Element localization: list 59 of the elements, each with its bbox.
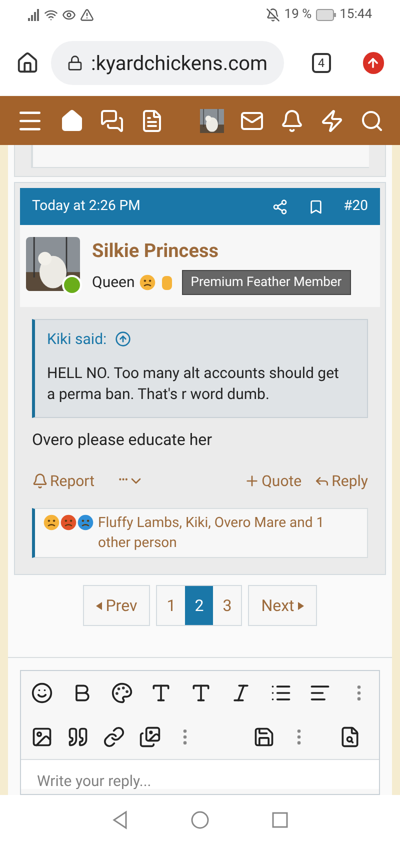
weary-face-icon xyxy=(138,274,156,291)
link-icon[interactable] xyxy=(103,726,125,748)
bell-off-icon xyxy=(266,8,280,22)
reaction-users[interactable]: Fluffy Lambs, Kiki, Overo Mare and 1 other person xyxy=(98,513,359,553)
post-message: Overo please educate her xyxy=(32,428,214,450)
home-circle-icon[interactable] xyxy=(190,810,210,830)
member-badge: Premium Feather Member xyxy=(182,270,351,295)
jump-up-icon[interactable] xyxy=(114,331,131,348)
page-link[interactable]: 3 xyxy=(213,586,242,625)
chat-icon[interactable] xyxy=(100,108,124,132)
bell-icon xyxy=(32,472,48,489)
home-icon[interactable] xyxy=(16,51,40,75)
tab-count[interactable]: 4 xyxy=(312,53,331,73)
signal-icon xyxy=(28,9,40,21)
search-icon[interactable] xyxy=(360,108,384,132)
warning-icon xyxy=(80,8,94,22)
quote-text: HELL NO. Too many alt accounts should get a perma ban. That's r word dumb. xyxy=(47,362,340,404)
plus-icon xyxy=(244,472,260,489)
url-field[interactable]: :kyardchickens.com xyxy=(51,41,284,85)
report-link[interactable]: Report xyxy=(32,470,95,492)
text-size-icon[interactable] xyxy=(150,682,172,704)
battery-icon xyxy=(316,9,336,21)
font-icon[interactable] xyxy=(190,682,212,704)
right-caret-icon xyxy=(298,602,304,610)
post-time: Today at 2:26 PM xyxy=(32,197,142,216)
user-title: Queen xyxy=(92,272,135,293)
prev-button[interactable]: Prev xyxy=(82,585,150,626)
more-menu[interactable]: ••• xyxy=(118,472,144,489)
page-link[interactable]: 2 xyxy=(185,586,214,625)
bell-icon[interactable] xyxy=(280,108,304,132)
post-number[interactable]: #20 xyxy=(344,196,368,217)
reply-link[interactable]: Reply xyxy=(314,470,368,492)
bookmark-icon[interactable] xyxy=(308,198,324,214)
next-button[interactable]: Next xyxy=(248,585,318,626)
battery-percent: 19 % xyxy=(284,6,312,24)
lock-icon xyxy=(67,55,84,71)
media-icon[interactable] xyxy=(139,726,161,748)
share-icon[interactable] xyxy=(272,198,288,214)
page-link[interactable]: 1 xyxy=(157,586,186,625)
emoji-icon[interactable] xyxy=(31,682,53,704)
clock-time: 15:44 xyxy=(340,6,372,24)
wifi-icon xyxy=(44,8,58,22)
angry-face-icon xyxy=(60,514,77,531)
update-icon[interactable] xyxy=(362,52,384,74)
author-name[interactable]: Silkie Princess xyxy=(92,237,351,266)
image-icon[interactable] xyxy=(31,726,53,748)
reply-input[interactable]: Write your reply... xyxy=(21,759,379,789)
quote-author[interactable]: Kiki said: xyxy=(47,328,107,350)
quote-icon[interactable] xyxy=(67,726,89,748)
palette-icon[interactable] xyxy=(110,682,132,704)
left-caret-icon xyxy=(96,602,102,610)
preview-icon[interactable] xyxy=(339,726,361,748)
quote-link[interactable]: Quote xyxy=(244,470,302,492)
eye-icon xyxy=(62,8,76,22)
lightning-icon[interactable] xyxy=(320,108,344,132)
document-icon[interactable] xyxy=(140,108,164,132)
recents-icon[interactable] xyxy=(270,810,290,830)
back-icon[interactable] xyxy=(110,810,130,830)
save-icon[interactable] xyxy=(253,726,275,748)
